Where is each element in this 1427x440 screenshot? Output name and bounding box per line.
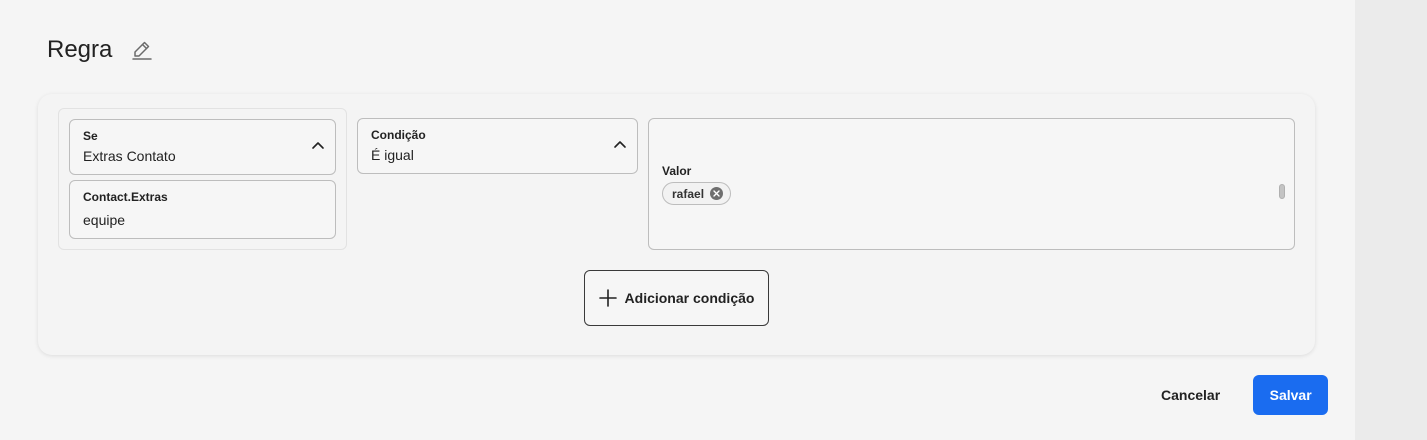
title-row: Regra xyxy=(47,36,154,64)
chevron-up-icon xyxy=(614,141,626,148)
footer-actions: Cancelar Salvar xyxy=(1150,375,1329,415)
contact-extras-field[interactable]: Contact.Extras equipe xyxy=(69,180,336,239)
valor-label: Valor xyxy=(662,164,692,178)
rule-editor-panel: Regra Se Extras Contato Contact.Extras e… xyxy=(0,0,1355,440)
plus-icon xyxy=(598,289,617,307)
pencil-icon xyxy=(132,41,153,60)
cancel-button[interactable]: Cancelar xyxy=(1150,375,1231,415)
condicao-label: Condição xyxy=(371,128,426,142)
add-condition-button[interactable]: Adicionar condição xyxy=(584,270,769,326)
edit-title-button[interactable] xyxy=(130,38,154,62)
se-label: Se xyxy=(83,129,98,143)
se-group: Se Extras Contato Contact.Extras equipe xyxy=(58,108,347,250)
condicao-select[interactable]: Condição É igual xyxy=(357,118,638,174)
contact-extras-value: equipe xyxy=(83,212,126,228)
chip-label: rafael xyxy=(672,186,705,201)
value-chip: rafael xyxy=(662,182,732,205)
right-side-panel xyxy=(1355,0,1427,440)
add-condition-label: Adicionar condição xyxy=(624,290,755,306)
scrollbar-thumb[interactable] xyxy=(1279,184,1285,199)
close-icon xyxy=(713,190,720,197)
chevron-up-icon xyxy=(312,142,324,149)
valor-field[interactable]: Valor rafael xyxy=(648,118,1295,250)
chip-remove-button[interactable] xyxy=(710,187,724,200)
save-button[interactable]: Salvar xyxy=(1253,375,1329,415)
rule-card: Se Extras Contato Contact.Extras equipe … xyxy=(38,94,1315,355)
page-title: Regra xyxy=(47,36,113,63)
contact-extras-label: Contact.Extras xyxy=(83,190,168,204)
condicao-value: É igual xyxy=(371,147,414,163)
se-select[interactable]: Se Extras Contato xyxy=(69,119,336,175)
se-value: Extras Contato xyxy=(83,148,176,164)
valor-chip-list: rafael xyxy=(662,178,1281,205)
